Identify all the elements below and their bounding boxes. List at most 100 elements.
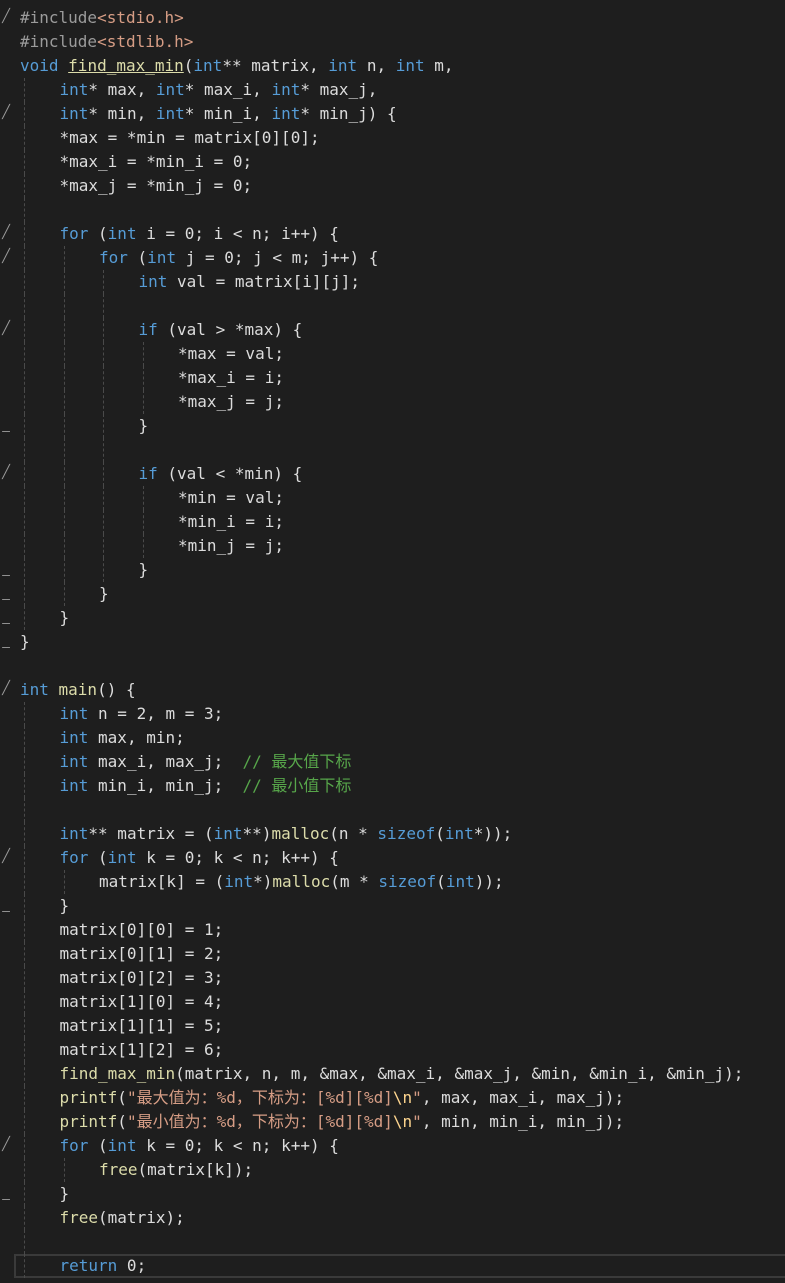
fold-expanded-icon[interactable]: ╱ [0, 1137, 12, 1153]
code-line[interactable]: void find_max_min(int** matrix, int n, i… [0, 54, 785, 78]
code-text: *max_i = i; [178, 366, 284, 390]
code-line[interactable]: matrix[1][1] = 5; [0, 1014, 785, 1038]
code-text: int max, min; [60, 726, 185, 750]
gutter [0, 30, 14, 54]
code-line[interactable]: *max_j = j; [0, 390, 785, 414]
code-line[interactable]: matrix[k] = (int*)malloc(m * sizeof(int)… [0, 870, 785, 894]
fold-expanded-icon[interactable]: ╱ [0, 105, 12, 121]
code-token: } [59, 1184, 70, 1203]
code-line[interactable]: –} [0, 1182, 785, 1207]
code-line[interactable]: free(matrix); [0, 1206, 785, 1230]
code-line[interactable]: –} [0, 606, 785, 631]
code-line[interactable] [0, 1230, 785, 1254]
code-line[interactable] [0, 294, 785, 318]
gutter [0, 510, 14, 534]
code-line[interactable] [0, 798, 785, 822]
code-text: find_max_min(matrix, n, m, &max, &max_i,… [60, 1062, 744, 1086]
code-line[interactable]: int val = matrix[i][j]; [0, 270, 785, 294]
code-token: * min, [88, 104, 156, 123]
gutter [0, 1230, 14, 1254]
code-line[interactable]: –} [0, 894, 785, 919]
code-line[interactable]: *max_i = i; [0, 366, 785, 390]
code-line[interactable]: *max_j = *min_j = 0; [0, 174, 785, 198]
fold-expanded-icon[interactable]: ╱ [0, 465, 12, 481]
code-line[interactable]: int** matrix = (int**)malloc(n * sizeof(… [0, 822, 785, 846]
code-line[interactable]: printf("最小值为：%d，下标为：[%d][%d]\n", min, mi… [0, 1110, 785, 1134]
code-token: *max_j = j; [178, 392, 284, 411]
fold-expanded-icon[interactable]: ╱ [0, 9, 12, 25]
code-token: int [328, 56, 358, 75]
indent-guide [24, 438, 25, 462]
code-line[interactable]: int max_i, max_j; // 最大值下标 [0, 750, 785, 774]
code-line[interactable] [0, 654, 785, 678]
code-line[interactable]: ╱ for (int k = 0; k < n; k++) { [0, 1134, 785, 1158]
fold-expanded-icon[interactable]: ╱ [0, 681, 12, 697]
code-line[interactable]: ╱ int main() { [0, 678, 785, 702]
code-line[interactable]: ╱ int* min, int* min_i, int* min_j) { [0, 102, 785, 126]
code-line[interactable]: *min_i = i; [0, 510, 785, 534]
code-token: ** matrix, [222, 56, 329, 75]
code-line[interactable]: matrix[0][2] = 3; [0, 966, 785, 990]
gutter [0, 54, 14, 78]
code-token: *max = val; [178, 344, 284, 363]
code-line[interactable]: int* max, int* max_i, int* max_j, [0, 78, 785, 102]
code-line[interactable]: ╱ for (int i = 0; i < n; i++) { [0, 222, 785, 246]
code-line[interactable]: int max, min; [0, 726, 785, 750]
code-line[interactable]: find_max_min(matrix, n, m, &max, &max_i,… [0, 1062, 785, 1086]
code-line[interactable]: matrix[0][1] = 2; [0, 942, 785, 966]
code-line[interactable]: return 0; [0, 1254, 785, 1278]
code-line[interactable]: ╱ #include<stdio.h> [0, 6, 785, 30]
gutter: ╱ [0, 102, 14, 126]
code-line[interactable]: –} [0, 558, 785, 583]
code-text: } [99, 582, 109, 606]
code-line[interactable]: int n = 2, m = 3; [0, 702, 785, 726]
gutter [0, 150, 14, 174]
code-line[interactable]: matrix[1][2] = 6; [0, 1038, 785, 1062]
gutter: ╱ [0, 222, 14, 246]
code-text: int max_i, max_j; // 最大值下标 [60, 750, 352, 774]
code-token: , min, min_i, min_j); [421, 1112, 625, 1131]
gutter [0, 1206, 14, 1230]
code-line[interactable]: *max = val; [0, 342, 785, 366]
fold-expanded-icon[interactable]: ╱ [0, 321, 12, 337]
fold-expanded-icon[interactable]: ╱ [0, 249, 12, 265]
code-line[interactable] [0, 198, 785, 222]
code-token: \n [392, 1088, 413, 1107]
code-line[interactable]: *min = val; [0, 486, 785, 510]
fold-expanded-icon[interactable]: ╱ [0, 849, 12, 865]
indent-guide [63, 462, 65, 486]
code-line[interactable]: free(matrix[k]); [0, 1158, 785, 1182]
code-token: i = 0; i < n; i++) { [136, 224, 339, 243]
code-editor[interactable]: ╱ #include<stdio.h> #include<stdlib.h> void… [0, 0, 785, 1283]
code-line[interactable]: printf("最大值为：%d，下标为：[%d][%d]\n", max, ma… [0, 1086, 785, 1110]
code-line[interactable]: ╱ for (int j = 0; j < m; j++) { [0, 246, 785, 270]
code-line[interactable]: #include<stdlib.h> [0, 30, 785, 54]
code-text: free(matrix); [60, 1206, 185, 1230]
gutter: ╱ [0, 678, 14, 702]
code-line[interactable]: –} [0, 582, 785, 607]
fold-expanded-icon[interactable]: ╱ [0, 225, 12, 241]
code-line[interactable]: int min_i, min_j; // 最小值下标 [0, 774, 785, 798]
code-token: ** matrix = ( [88, 824, 214, 843]
code-line[interactable]: ╱ for (int k = 0; k < n; k++) { [0, 846, 785, 870]
code-line[interactable]: matrix[0][0] = 1; [0, 918, 785, 942]
code-token: int [107, 848, 137, 867]
code-token: *max_j = *min_j = 0; [59, 176, 253, 195]
code-line[interactable]: –} [0, 630, 785, 655]
code-token: <stdio.h> [97, 8, 184, 27]
code-line[interactable]: matrix[1][0] = 4; [0, 990, 785, 1014]
code-token: ( [117, 1112, 127, 1131]
code-token: if [138, 464, 158, 483]
code-line[interactable]: *max_i = *min_i = 0; [0, 150, 785, 174]
code-text: *min = val; [178, 486, 284, 510]
code-token: int [59, 728, 89, 747]
indent-guide [24, 366, 25, 390]
code-line[interactable]: –} [0, 414, 785, 439]
code-line[interactable]: *min_j = j; [0, 534, 785, 558]
code-token: "最小值为：%d，下标为：[%d][%d] [126, 1112, 393, 1131]
code-line[interactable]: ╱ if (val > *max) { [0, 318, 785, 342]
code-line[interactable]: *max = *min = matrix[0][0]; [0, 126, 785, 150]
gutter: ╱ [0, 1134, 14, 1158]
code-line[interactable] [0, 438, 785, 462]
code-line[interactable]: ╱ if (val < *min) { [0, 462, 785, 486]
